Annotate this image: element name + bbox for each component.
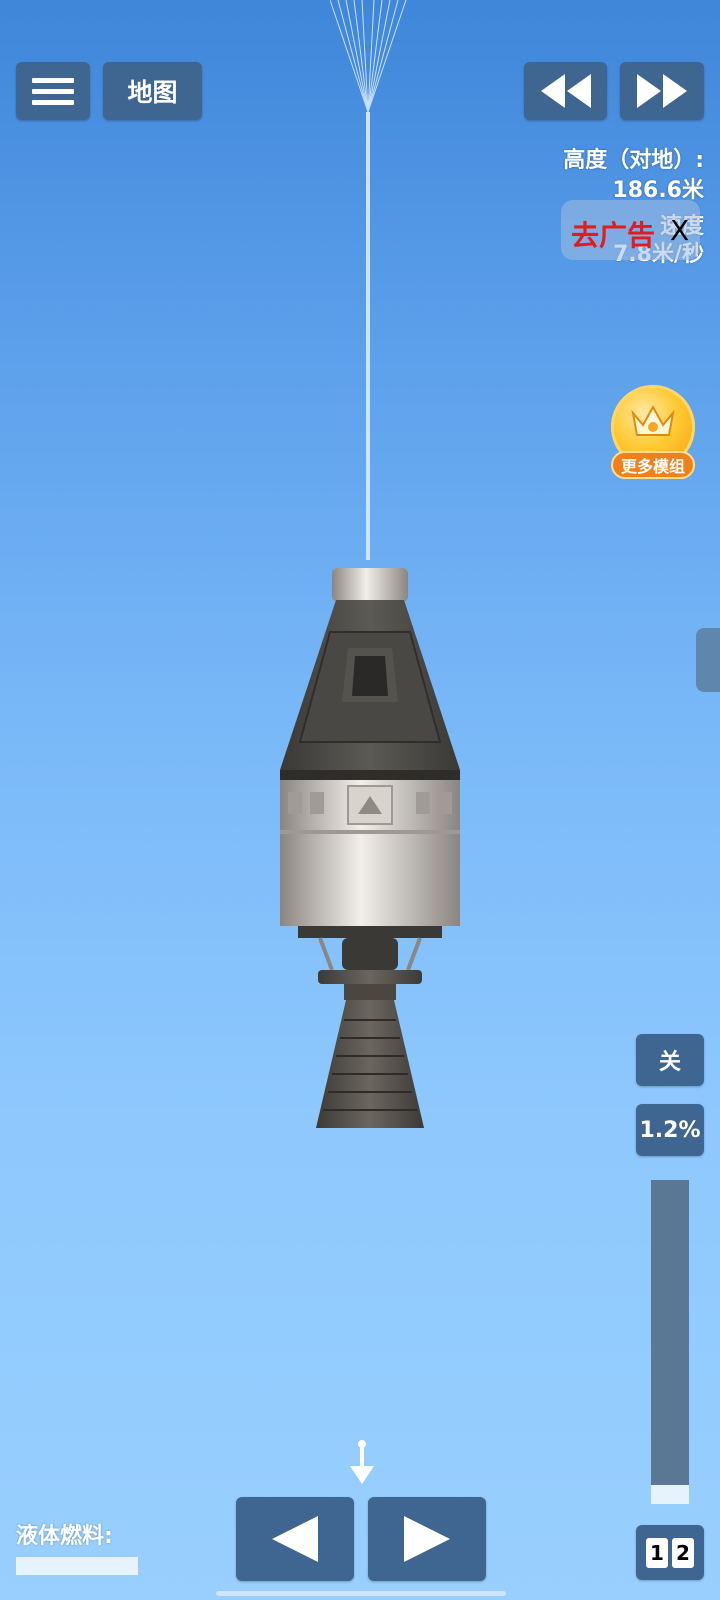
home-indicator[interactable] xyxy=(216,1591,506,1596)
stage-button[interactable]: 1 2 xyxy=(636,1525,704,1580)
rotate-left-button[interactable] xyxy=(236,1497,354,1581)
fast-forward-button[interactable] xyxy=(620,62,704,120)
parachute xyxy=(330,0,407,560)
stage-2: 2 xyxy=(672,1537,694,1568)
stage-1: 1 xyxy=(646,1537,668,1568)
throttle-fill xyxy=(651,1484,689,1504)
altitude-label: 高度（对地）: xyxy=(563,148,704,173)
crown-icon xyxy=(631,404,675,436)
throttle-slider[interactable] xyxy=(651,1180,689,1504)
rewind-button[interactable] xyxy=(524,62,607,120)
map-button[interactable]: 地图 xyxy=(103,62,202,120)
rotate-right-button[interactable] xyxy=(368,1497,486,1581)
side-panel-tab[interactable] xyxy=(696,628,720,692)
more-mods-label: 更多模组 xyxy=(611,451,695,479)
fast-forward-icon xyxy=(637,74,687,108)
fuel-label: 液体燃料: xyxy=(16,1524,113,1549)
throttle-toggle-button[interactable]: 关 xyxy=(636,1034,704,1086)
rewind-icon xyxy=(540,74,591,108)
fuel-bar xyxy=(16,1557,138,1575)
hamburger-icon xyxy=(32,72,74,111)
close-ad-button[interactable]: X xyxy=(670,214,689,247)
triangle-right-icon xyxy=(404,1516,450,1562)
down-arrow-icon xyxy=(350,1440,374,1484)
triangle-left-icon xyxy=(272,1516,318,1562)
remove-ads-label[interactable]: 去广告 xyxy=(571,214,655,254)
more-mods-badge[interactable]: 更多模组 xyxy=(609,385,697,481)
rocket-capsule xyxy=(280,568,460,1128)
menu-button[interactable] xyxy=(16,62,90,120)
fuel-fill xyxy=(16,1557,138,1575)
throttle-percent-button[interactable]: 1.2% xyxy=(636,1104,704,1156)
